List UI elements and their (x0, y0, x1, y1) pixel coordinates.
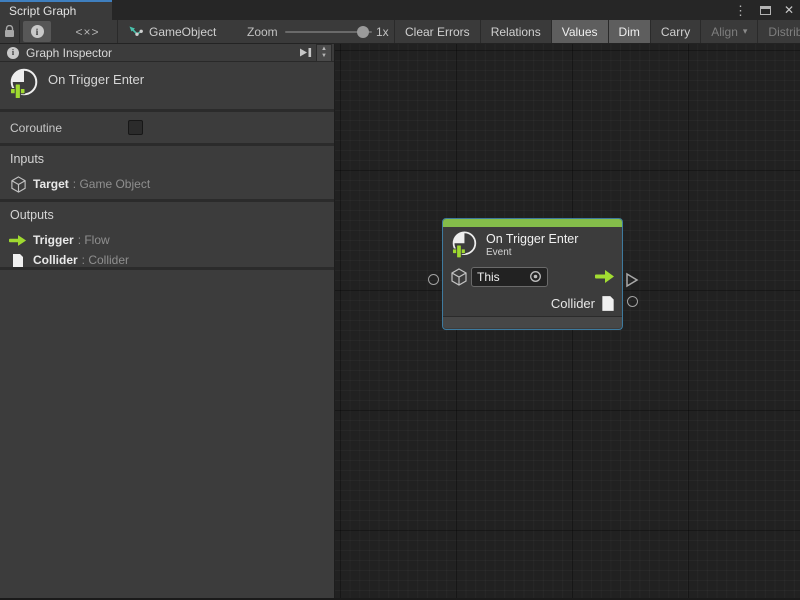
zoom-slider-thumb[interactable] (357, 26, 369, 38)
event-unit-icon (8, 67, 39, 101)
node-collider-row: Collider (443, 290, 622, 316)
dock-panel-icon[interactable] (298, 46, 312, 59)
button-label: Dim (619, 25, 640, 39)
node-title: On Trigger Enter (486, 232, 578, 247)
coroutine-checkbox[interactable] (128, 120, 143, 135)
port-name: Collider (33, 253, 78, 267)
zoom-label: Zoom (247, 20, 278, 43)
graph-inspector-title: Graph Inspector (26, 46, 112, 60)
trigger-flow-port[interactable] (625, 272, 639, 288)
target-value-field[interactable]: This (471, 267, 548, 287)
coroutine-row: Coroutine (0, 112, 334, 143)
graph-owner-chip[interactable]: GameObject (128, 20, 216, 43)
toolbar-separator (19, 20, 20, 43)
maximize-icon[interactable] (760, 6, 771, 15)
zoom-value: 1x (376, 20, 389, 43)
outputs-heading: Outputs (0, 208, 334, 222)
close-icon[interactable]: ✕ (784, 4, 794, 16)
port-row-target: Target : Game Object (0, 174, 334, 194)
script-graph-icon (128, 25, 143, 39)
tab-label: Script Graph (9, 4, 76, 18)
info-icon: i (31, 25, 44, 38)
button-label: Clear Errors (405, 25, 470, 39)
gameobject-label: GameObject (149, 25, 216, 39)
unity-script-graph-window: Script Graph ⋮ ✕ i <×> (0, 0, 800, 600)
flow-arrow-icon (595, 270, 615, 283)
coroutine-label: Coroutine (10, 121, 62, 135)
lock-button[interactable] (0, 20, 19, 43)
align-dropdown-button[interactable]: Align ▾ (700, 20, 757, 43)
node-accent-bar (443, 219, 622, 227)
section-divider (0, 267, 334, 270)
title-bar: Script Graph ⋮ ✕ (0, 0, 800, 20)
lock-icon (4, 25, 15, 38)
clear-errors-button[interactable]: Clear Errors (394, 20, 480, 43)
kebab-menu-icon[interactable]: ⋮ (734, 4, 747, 17)
carry-button[interactable]: Carry (650, 20, 700, 43)
relations-button[interactable]: Relations (480, 20, 551, 43)
graph-inspector-header: i Graph Inspector ▲ ▼ (0, 44, 334, 62)
document-icon (601, 295, 615, 312)
spinner-up-icon: ▲ (321, 46, 327, 53)
cube-icon (10, 176, 27, 193)
port-type: : Collider (82, 253, 129, 267)
unit-title-section: On Trigger Enter (0, 62, 334, 109)
inspector-toggle-button[interactable]: i (23, 21, 51, 42)
port-type: : Game Object (73, 177, 150, 191)
on-trigger-enter-node[interactable]: On Trigger Enter Event This (442, 218, 623, 330)
port-type: : Flow (78, 233, 110, 247)
distribute-dropdown-button[interactable]: Distribute ▾ (757, 20, 800, 43)
chevron-down-icon: ▾ (743, 26, 748, 37)
button-label: Values (562, 25, 598, 39)
button-label: Distribute (768, 25, 800, 39)
dim-toggle-button[interactable]: Dim (608, 20, 650, 43)
port-name: Target (33, 177, 69, 191)
window-controls: ⋮ ✕ (734, 0, 794, 20)
port-name: Trigger (33, 233, 74, 247)
cube-icon (450, 268, 468, 286)
button-label: Align (711, 25, 738, 39)
toolbar-button-group: Clear Errors Relations Values Dim Carry … (394, 20, 800, 43)
document-icon (12, 253, 24, 268)
button-label: Relations (491, 25, 541, 39)
port-row-trigger: Trigger : Flow (0, 230, 334, 250)
collider-output-label: Collider (551, 296, 595, 311)
info-icon: i (7, 47, 19, 59)
code-view-button[interactable]: <×> (60, 20, 115, 43)
tab-script-graph[interactable]: Script Graph (0, 0, 112, 20)
target-input-port[interactable] (428, 274, 439, 285)
flow-arrow-icon (9, 235, 27, 246)
graph-inspector-panel: i Graph Inspector ▲ ▼ (0, 44, 335, 598)
node-target-row: This (443, 263, 622, 290)
collider-output-port[interactable] (627, 296, 638, 307)
inputs-heading: Inputs (0, 152, 334, 166)
code-view-icon: <×> (75, 25, 99, 39)
graph-canvas[interactable]: On Trigger Enter Event This (335, 44, 800, 598)
target-value: This (477, 270, 500, 284)
node-footer (443, 316, 622, 328)
values-toggle-button[interactable]: Values (551, 20, 608, 43)
node-header[interactable]: On Trigger Enter Event (443, 227, 622, 263)
unit-title: On Trigger Enter (48, 72, 144, 109)
inputs-section: Inputs Target : Game Object (0, 146, 334, 199)
spinner-down-icon: ▼ (321, 53, 327, 60)
graph-toolbar: i <×> GameObject Zoom 1x Clear Errors Re… (0, 20, 800, 44)
node-subtitle: Event (486, 247, 578, 259)
event-unit-icon (450, 230, 478, 260)
panel-spinner-control[interactable]: ▲ ▼ (316, 44, 332, 62)
button-label: Carry (661, 25, 690, 39)
object-picker-icon[interactable] (529, 270, 542, 283)
toolbar-separator (117, 20, 118, 43)
outputs-section: Outputs Trigger : Flow Collider (0, 202, 334, 267)
